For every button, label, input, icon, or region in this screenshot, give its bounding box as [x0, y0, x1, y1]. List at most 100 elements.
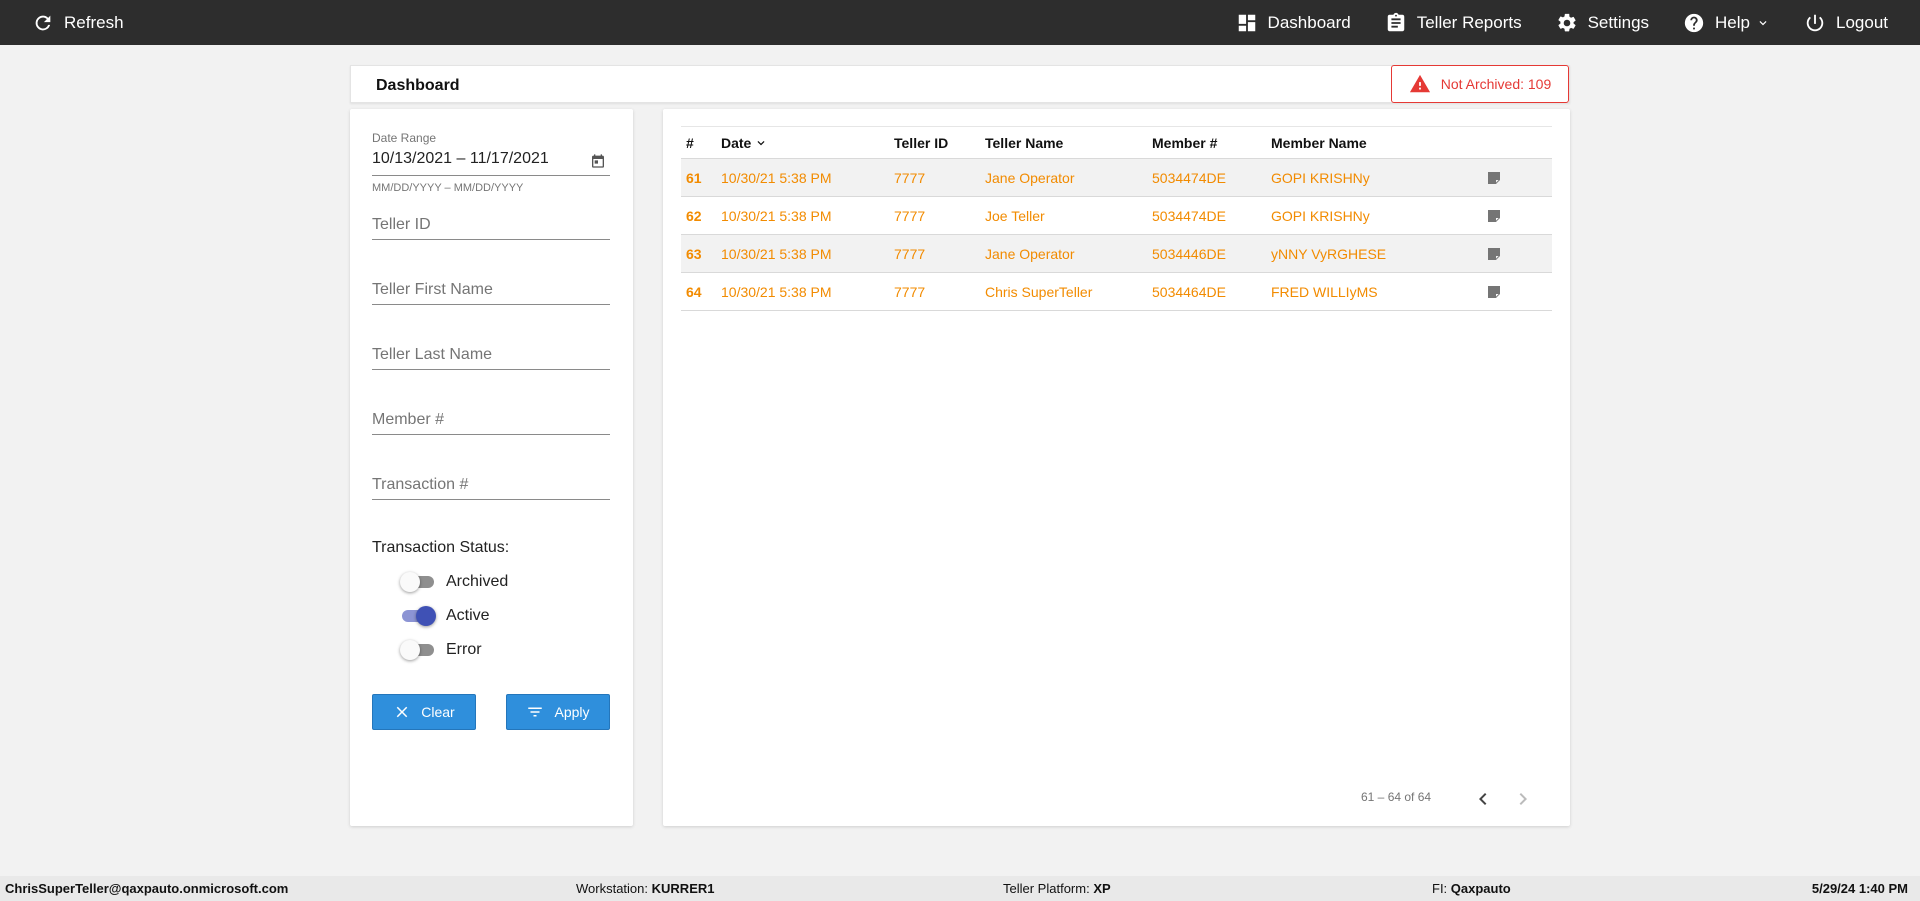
warning-icon	[1409, 74, 1430, 93]
row-member-num: 5034446DE	[1152, 245, 1226, 262]
row-teller-id: 7777	[894, 169, 926, 186]
row-teller-id: 7777	[894, 283, 926, 300]
footer-platform: Teller Platform: XP	[1003, 881, 1111, 896]
not-archived-label: Not Archived: 109	[1440, 76, 1552, 92]
table-header-row: # Date Teller ID Teller Name Member # Me…	[681, 126, 1552, 159]
status-error-label: Error	[446, 641, 482, 658]
col-header-num[interactable]: #	[686, 127, 694, 158]
pager-range: 61 – 64 of 64	[1361, 790, 1432, 804]
gear-icon	[1558, 13, 1576, 31]
col-header-member-num[interactable]: Member #	[1152, 127, 1217, 158]
close-icon	[397, 706, 408, 718]
power-icon	[1806, 14, 1824, 31]
row-teller-name: Joe Teller	[985, 207, 1045, 224]
note-icon	[1488, 209, 1500, 222]
col-header-date-label: Date	[721, 134, 752, 151]
status-toggle-active[interactable]: Active	[400, 606, 490, 626]
row-member-name: FRED WILLIyMS	[1271, 283, 1378, 300]
chevron-down-icon	[1759, 20, 1767, 25]
nav-logout-label: Logout	[1836, 12, 1888, 32]
row-note-button[interactable]	[1486, 159, 1502, 196]
status-active-label: Active	[446, 607, 490, 624]
row-note-button[interactable]	[1486, 273, 1502, 310]
not-archived-badge[interactable]: Not Archived: 109	[1391, 65, 1569, 103]
row-member-num: 5034474DE	[1152, 169, 1226, 186]
row-member-name: GOPI KRISHNy	[1271, 169, 1370, 186]
transaction-num-input[interactable]	[372, 470, 610, 500]
table-row[interactable]: 62 10/30/21 5:38 PM 7777 Joe Teller 5034…	[681, 197, 1552, 235]
refresh-icon	[35, 15, 51, 30]
clipboard-icon	[1387, 12, 1404, 31]
status-toggle-archived[interactable]: Archived	[400, 572, 508, 592]
toggle-switch[interactable]	[400, 606, 436, 626]
row-num: 62	[686, 207, 702, 224]
chevron-right-icon[interactable]	[1511, 787, 1535, 811]
row-note-button[interactable]	[1486, 235, 1502, 272]
row-num: 61	[686, 169, 702, 186]
teller-first-name-input[interactable]	[372, 275, 610, 305]
date-range-label: Date Range	[372, 131, 437, 145]
note-icon	[1488, 247, 1500, 260]
row-note-button[interactable]	[1486, 197, 1502, 234]
teller-last-name-input[interactable]	[372, 340, 610, 370]
sort-desc-icon	[757, 140, 765, 145]
col-header-member-name[interactable]: Member Name	[1271, 127, 1367, 158]
toggle-switch[interactable]	[400, 640, 436, 660]
help-icon	[1684, 13, 1704, 32]
filter-icon	[528, 707, 543, 717]
status-footer: ChrisSuperTeller@qaxpauto.onmicrosoft.co…	[0, 876, 1920, 901]
row-teller-name: Jane Operator	[985, 169, 1075, 186]
dashboard-header: Dashboard Not Archived: 109	[350, 65, 1570, 103]
refresh-label: Refresh	[64, 12, 124, 32]
col-header-teller-id[interactable]: Teller ID	[894, 127, 948, 158]
table-row[interactable]: 64 10/30/21 5:38 PM 7777 Chris SuperTell…	[681, 273, 1552, 311]
table-row[interactable]: 61 10/30/21 5:38 PM 7777 Jane Operator 5…	[681, 159, 1552, 197]
dashboard-icon	[1238, 14, 1255, 31]
member-num-input[interactable]	[372, 405, 610, 435]
filter-panel: Date Range 10/13/2021 – 11/17/2021 MM/DD…	[350, 109, 633, 826]
nav-teller-reports[interactable]: Teller Reports	[1385, 0, 1522, 45]
refresh-button[interactable]: Refresh	[32, 0, 124, 45]
col-header-teller-name[interactable]: Teller Name	[985, 127, 1063, 158]
row-date: 10/30/21 5:38 PM	[721, 283, 832, 300]
status-toggle-error[interactable]: Error	[400, 640, 482, 660]
row-date: 10/30/21 5:38 PM	[721, 245, 832, 262]
date-range-hint: MM/DD/YYYY – MM/DD/YYYY	[372, 182, 524, 194]
note-icon	[1488, 171, 1500, 184]
row-member-name: yNNY VyRGHESE	[1271, 245, 1387, 262]
apply-label: Apply	[554, 704, 590, 720]
nav-help[interactable]: Help	[1683, 0, 1770, 45]
nav-teller-reports-label: Teller Reports	[1416, 12, 1522, 32]
nav-settings[interactable]: Settings	[1556, 0, 1649, 45]
toggle-switch[interactable]	[400, 572, 436, 592]
nav-dashboard-label: Dashboard	[1267, 12, 1351, 32]
chevron-left-icon[interactable]	[1471, 787, 1495, 811]
row-teller-id: 7777	[894, 207, 926, 224]
page-title: Dashboard	[376, 77, 460, 94]
nav-help-label: Help	[1715, 12, 1750, 32]
row-member-num: 5034464DE	[1152, 283, 1226, 300]
row-teller-id: 7777	[894, 245, 926, 262]
calendar-icon[interactable]	[590, 153, 606, 169]
footer-datetime: 5/29/24 1:40 PM	[1811, 881, 1908, 896]
row-date: 10/30/21 5:38 PM	[721, 207, 832, 224]
row-num: 63	[686, 245, 702, 262]
footer-fi: FI: Qaxpauto	[1432, 881, 1511, 896]
table-row[interactable]: 63 10/30/21 5:38 PM 7777 Jane Operator 5…	[681, 235, 1552, 273]
clear-button[interactable]: Clear	[372, 694, 476, 730]
row-date: 10/30/21 5:38 PM	[721, 169, 832, 186]
teller-id-input[interactable]	[372, 210, 610, 240]
row-teller-name: Jane Operator	[985, 245, 1075, 262]
footer-user: ChrisSuperTeller@qaxpauto.onmicrosoft.co…	[5, 881, 289, 896]
row-teller-name: Chris SuperTeller	[985, 283, 1093, 300]
row-member-name: GOPI KRISHNy	[1271, 207, 1370, 224]
clear-label: Clear	[421, 704, 455, 720]
date-range-input[interactable]: 10/13/2021 – 11/17/2021	[372, 150, 549, 168]
nav-logout[interactable]: Logout	[1804, 0, 1888, 45]
date-range-underline	[372, 175, 610, 176]
apply-button[interactable]: Apply	[506, 694, 610, 730]
nav-dashboard[interactable]: Dashboard	[1236, 0, 1351, 45]
col-header-date[interactable]: Date	[721, 127, 768, 158]
row-num: 64	[686, 283, 702, 300]
transactions-table: # Date Teller ID Teller Name Member # Me…	[681, 126, 1552, 311]
